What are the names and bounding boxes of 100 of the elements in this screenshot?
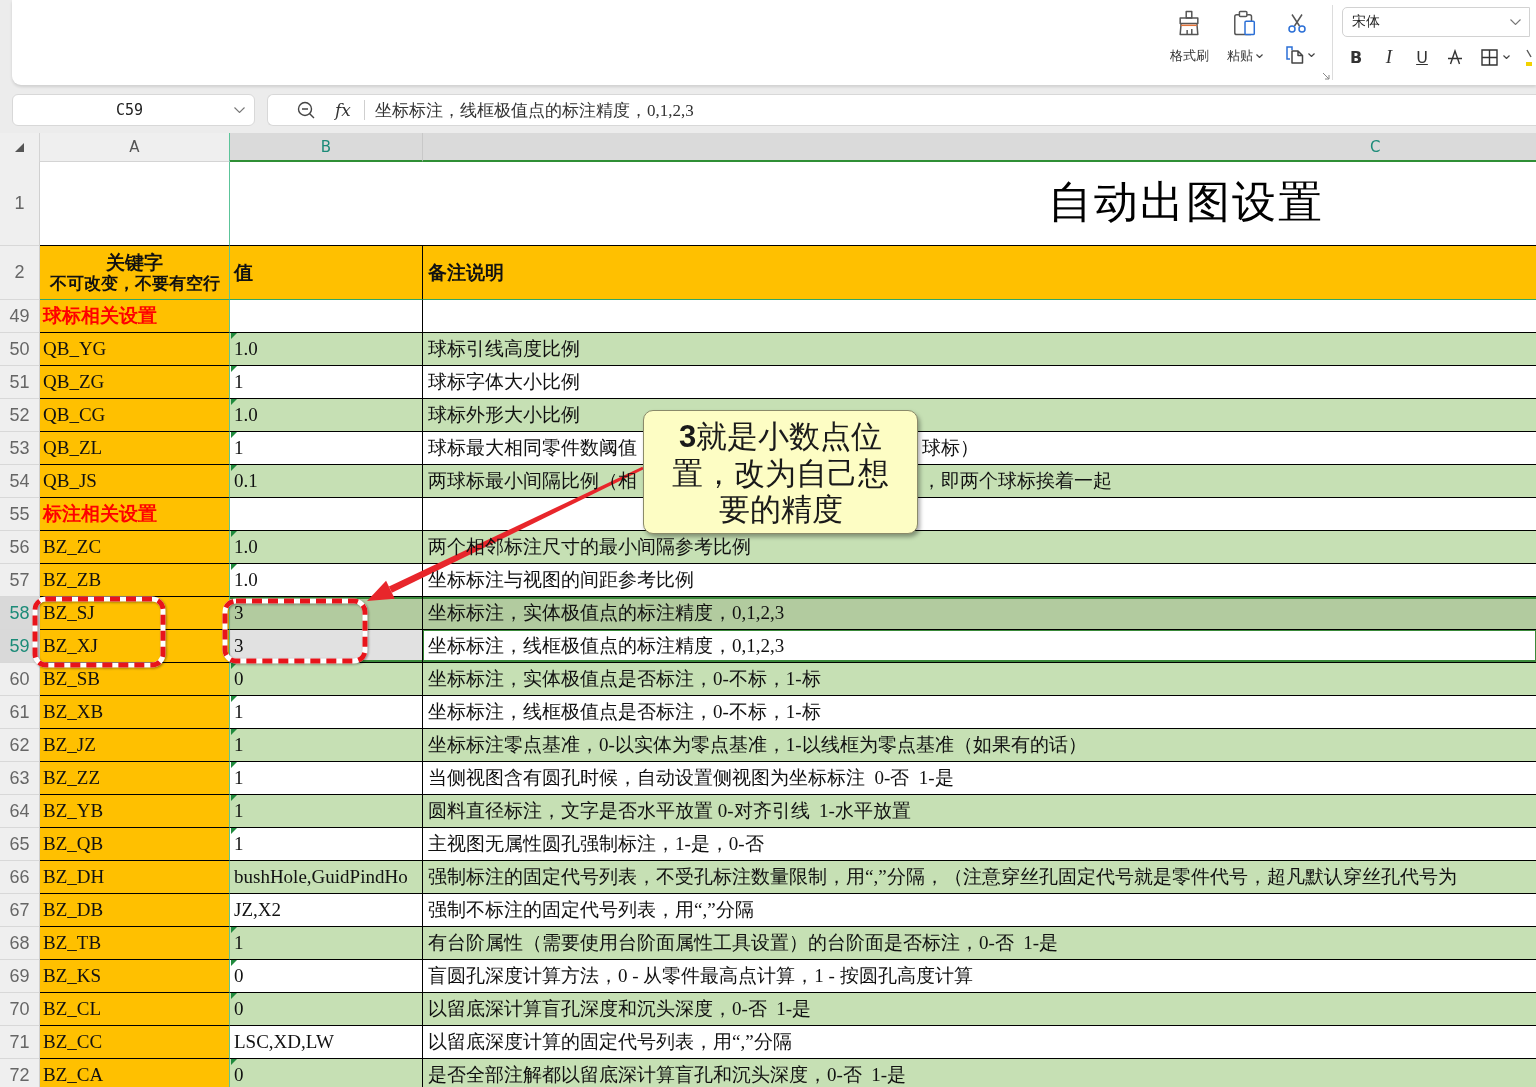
row-header[interactable]: 2 [0,246,40,300]
highlight-icon [1526,48,1532,66]
cell-text: 3 [234,634,244,658]
cell-text: 坐标标注，线框极值点的标注精度，0,1,2,3 [428,634,785,658]
cell-text: LSC,XD,LW [234,1030,334,1054]
corner-arrow-icon[interactable] [1322,72,1330,80]
format-painter-button[interactable]: 格式刷 [1169,10,1209,64]
cell-text: ，即两个球标挨着一起 [922,469,1112,493]
select-all-triangle-icon[interactable] [15,143,24,152]
cut-button[interactable] [1287,13,1307,33]
cell-text: JZ,X2 [234,898,281,922]
cell-text: 是否全部注解都以留底深计算盲孔和沉头深度，0-否 1-是 [428,1063,907,1087]
zoom-out-icon[interactable] [297,101,315,119]
row-header[interactable]: 71 [0,1026,40,1059]
table-cell: QB_JS [40,465,230,498]
row-header[interactable]: 60 [0,663,40,696]
column-header[interactable]: B [230,133,423,162]
cell-text: 1 [234,931,244,955]
table-cell: BZ_QB [40,828,230,861]
cell-text: 1.0 [234,403,258,427]
table-cell: BZ_JZ [40,729,230,762]
sheet-title: 自动出图设置 [1048,177,1324,230]
row-header[interactable]: 66 [0,861,40,894]
row-header[interactable]: 67 [0,894,40,927]
row-header[interactable]: 51 [0,366,40,399]
cell-text: 当侧视图含有圆孔时候，自动设置侧视图为坐标标注 0-否 1-是 [428,766,954,790]
underline-button[interactable]: U [1411,46,1433,68]
cell-text: 主视图无属性圆孔强制标注，1-是，0-否 [428,832,764,856]
cell-text: 1 [234,370,244,394]
table-cell: BZ_CL [40,993,230,1026]
row-header[interactable]: 52 [0,399,40,432]
row-header[interactable]: 63 [0,762,40,795]
table-cell: BZ_XJ [40,630,230,663]
paste-button[interactable]: 粘贴 [1227,10,1263,64]
row-header[interactable]: 64 [0,795,40,828]
cell-text: 1 [234,766,244,790]
row-header[interactable]: 68 [0,927,40,960]
cell-text: 圆料直径标注，文字是否水平放置 0-对齐引线 1-水平放置 [428,799,911,823]
cell-text: 坐标标注，实体极值点是否标注，0-不标，1-标 [428,667,821,691]
cell-text: 0.1 [234,469,258,493]
cell-text: 0 [234,964,244,988]
italic-button[interactable]: I [1378,46,1400,68]
table-cell: BZ_KS [40,960,230,993]
row-header[interactable]: 54 [0,465,40,498]
chevron-down-icon [1510,19,1521,25]
column-header[interactable]: C [423,133,1536,162]
cell-text: 3 [234,601,244,625]
table-cell: QB_CG [40,399,230,432]
header-note: 不可改变，不要有空行 [49,273,220,294]
table-cell: QB_YG [40,333,230,366]
table-cell: BZ_DB [40,894,230,927]
caret-icon [1256,53,1263,58]
table-cell: BZ_TB [40,927,230,960]
header-text: 关键字 [106,251,163,274]
cell-text: 1.0 [234,568,258,592]
table-cell: BZ_ZZ [40,762,230,795]
insert-function-button[interactable]: fx [335,100,351,120]
name-box[interactable]: C59 [12,94,255,126]
font-name-dropdown[interactable]: 宋体 [1342,7,1530,37]
cell-text: 球标引线高度比例 [428,337,580,361]
row-header[interactable]: 56 [0,531,40,564]
row-header[interactable]: 49 [0,300,40,333]
cell-text: 0 [234,1063,244,1087]
cell-text: 0 [234,667,244,691]
cell-text: 0 [234,997,244,1021]
cell-text: 两个相邻标注尺寸的最小间隔参考比例 [428,535,751,559]
row-header[interactable]: 50 [0,333,40,366]
row-header[interactable]: 62 [0,729,40,762]
paintbrush-icon [1176,10,1202,36]
cell-text: 1 [234,832,244,856]
row-header[interactable]: 1 [0,162,40,246]
scissors-icon [1287,13,1307,33]
row-header[interactable]: 57 [0,564,40,597]
row-header[interactable]: 53 [0,432,40,465]
cell-text: 1 [234,700,244,724]
callout: 3就是小数点位置，改为自己想要的精度 [643,410,918,534]
row-header[interactable]: 58 [0,597,40,630]
bold-button[interactable]: B [1345,46,1367,68]
row-header[interactable]: 61 [0,696,40,729]
cell-text: 坐标标注，线框极值点是否标注，0-不标，1-标 [428,700,821,724]
cell-text: 强制不标注的固定代号列表，用“,”分隔 [428,898,754,922]
formula-input[interactable]: 坐标标注，线框极值点的标注精度，0,1,2,3 [374,98,694,122]
row-header[interactable]: 70 [0,993,40,1026]
table-header-cell: 值 [230,246,423,300]
row-header[interactable]: 69 [0,960,40,993]
copy-button[interactable] [1285,46,1315,64]
table-cell: BZ_ZC [40,531,230,564]
section-title-cell: 球标相关设置 [40,300,230,333]
cell-text: 1.0 [234,535,258,559]
clipboard-icon [1232,10,1258,36]
table-cell: QB_ZL [40,432,230,465]
cell-text: 坐标标注，实体极值点的标注精度，0,1,2,3 [428,601,785,625]
row-header[interactable]: 65 [0,828,40,861]
row-header[interactable]: 55 [0,498,40,531]
cell-text: 1.0 [234,337,258,361]
cell-text: 有台阶属性（需要使用台阶面属性工具设置）的台阶面是否标注，0-否 1-是 [428,931,1059,955]
table-cell: BZ_XB [40,696,230,729]
highlight-button[interactable] [1526,48,1532,66]
cell-text: 1 [234,436,244,460]
table-cell: BZ_DH [40,861,230,894]
